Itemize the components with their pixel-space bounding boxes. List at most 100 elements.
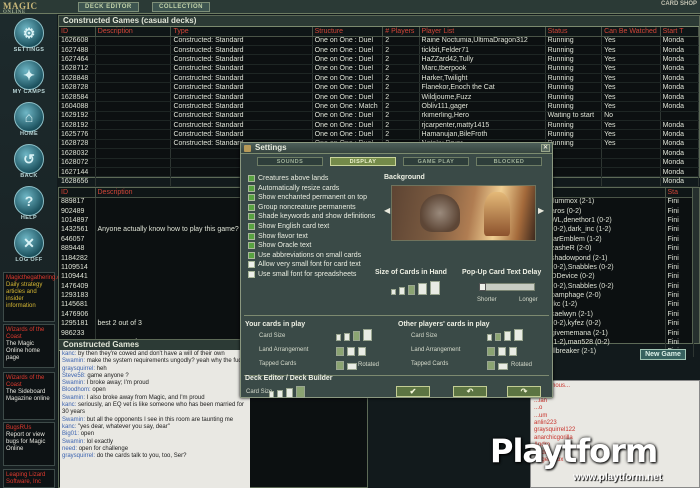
option-row[interactable]: Automatically resize cards: [248, 184, 390, 194]
table-row[interactable]: 1628728 Constructed: StandardOne on One :…: [59, 82, 700, 93]
table-row[interactable]: ,lummox (2-1) Fini: [549, 197, 694, 207]
user-list-item[interactable]: ...orth: [534, 390, 696, 397]
table-row[interactable]: (0-2),Snabbles (0-2) Fini: [549, 281, 694, 291]
option-row[interactable]: Show Oracle text: [248, 241, 390, 251]
table-row[interactable]: 1626608 Constructed: Standard One on One :…: [59, 36, 700, 46]
column-header[interactable]: Structure: [312, 27, 384, 37]
checkbox[interactable]: [248, 222, 255, 230]
column-header[interactable]: Type: [170, 27, 313, 37]
size-option[interactable]: [344, 333, 350, 341]
table-row[interactable]: shadowpond (2-1) Fini: [549, 253, 694, 263]
option-row[interactable]: Allow very small font for card text: [248, 260, 390, 270]
tab-collection[interactable]: COLLECTION: [152, 2, 210, 12]
size-option[interactable]: [487, 334, 492, 341]
settings-title-bar[interactable]: Settings ✕: [241, 143, 552, 154]
user-list-item[interactable]: ...um: [534, 413, 696, 420]
size-option[interactable]: [509, 347, 517, 356]
size-option[interactable]: [487, 347, 495, 356]
size-option[interactable]: [336, 347, 344, 356]
chat-user-name[interactable]: Swamin:: [62, 439, 85, 445]
tab-game-play[interactable]: GAME PLAY: [403, 157, 469, 166]
finished-games-scrollbar[interactable]: [692, 188, 699, 343]
table-row[interactable]: 1604088 Constructed: Standard One on One :…: [59, 101, 700, 112]
table-row[interactable]: 1627464 Constructed: Standard One on One :…: [59, 54, 700, 65]
slider-knob[interactable]: [479, 283, 486, 291]
column-header[interactable]: Status: [545, 27, 603, 37]
size-option[interactable]: [363, 329, 372, 341]
chat-user-name[interactable]: Swamin:: [62, 380, 85, 386]
checkbox[interactable]: [248, 261, 255, 269]
table-row[interactable]: (0-2),dark_inc (1-2) Fini: [549, 225, 694, 235]
table-row[interactable]: 1628192 Constructed: Standard One on One :…: [59, 120, 700, 131]
column-header[interactable]: # Players: [382, 27, 420, 37]
option-row[interactable]: Show flavor text: [248, 232, 390, 242]
ad-bugsrus[interactable]: BugsRUs Report or view bugs for Magic On…: [3, 422, 55, 466]
table-row[interactable]: (1-2),man528 (0-2) Fini: [549, 337, 694, 348]
hand-size-option-2[interactable]: [399, 287, 405, 295]
size-option[interactable]: [504, 331, 511, 341]
nav-settings[interactable]: ⚙ SETTINGS: [6, 18, 52, 58]
ad-wizards-home[interactable]: Wizards of the Coast The Magic Online ho…: [3, 324, 55, 368]
column-header[interactable]: Can Be Watched: [601, 27, 661, 37]
size-option[interactable]: [498, 347, 506, 356]
table-row[interactable]: ODevice (0-2) Fini: [549, 272, 694, 282]
chat-user-name[interactable]: graysquirrel:: [62, 366, 95, 372]
checkbox[interactable]: [248, 213, 255, 221]
table-row[interactable]: 1627488 Constructed: Standard One on One :…: [59, 45, 700, 56]
chat-user-name[interactable]: Bloodhom:: [62, 387, 91, 393]
table-row[interactable]: zasheR (2-0) Fini: [549, 243, 694, 254]
tab-display[interactable]: DISPLAY: [330, 157, 396, 166]
option-row[interactable]: Creatures above lands: [248, 174, 390, 184]
checkbox[interactable]: [248, 175, 255, 182]
size-option[interactable]: [296, 386, 305, 398]
size-option[interactable]: [347, 347, 355, 356]
ad-leaping-lizard[interactable]: Leaping Lizard Software, Inc: [3, 469, 55, 488]
table-row[interactable]: 1628712 Constructed: Standard One on One :…: [59, 64, 700, 75]
column-header[interactable]: Player List: [419, 27, 546, 37]
size-option[interactable]: [487, 361, 495, 370]
checkbox[interactable]: [248, 232, 255, 240]
user-list-item[interactable]: ...ian: [534, 398, 696, 405]
size-option[interactable]: [495, 333, 501, 341]
ad-magicthegathering[interactable]: Magicthegathering.com Daily strategy art…: [3, 272, 68, 322]
table-row[interactable]: pamphage (2-0) Fini: [549, 290, 694, 301]
table-row[interactable]: rkc (1-2) Fini: [549, 300, 694, 310]
chat-user-name[interactable]: kanc:: [62, 424, 76, 430]
table-row[interactable]: 1628584 Constructed: Standard One on One :…: [59, 92, 700, 103]
nav-my-camps[interactable]: ✦ MY CAMPS: [6, 60, 52, 100]
hand-size-option-3[interactable]: [408, 285, 415, 295]
size-option[interactable]: [358, 347, 366, 356]
option-row[interactable]: Group noncreature permanents: [248, 203, 390, 213]
chat-user-name[interactable]: Big01:: [62, 431, 79, 437]
chat-user-name[interactable]: need:: [62, 446, 77, 452]
checkbox[interactable]: [248, 251, 255, 259]
nav-back[interactable]: ↺ BACK: [6, 144, 52, 184]
chat-user-name[interactable]: Swamin:: [62, 395, 85, 401]
table-row[interactable]: WL,denethor1 (0-2) Fini: [549, 215, 694, 226]
nav-log-off[interactable]: ✕ LOG OFF: [6, 228, 52, 268]
nav-home[interactable]: ⌂ HOME: [6, 102, 52, 142]
size-option[interactable]: [336, 334, 341, 341]
checkbox[interactable]: [248, 203, 255, 211]
nav-help[interactable]: ? HELP: [6, 186, 52, 226]
size-option[interactable]: [498, 363, 508, 370]
user-list-item[interactable]: anonymous...: [534, 383, 696, 390]
undo-button[interactable]: ↶: [453, 386, 487, 397]
option-row[interactable]: Use abbreviations on small cards: [248, 251, 390, 261]
hand-size-option-1[interactable]: [391, 289, 396, 295]
table-row[interactable]: givememana (2-1) Fini: [549, 328, 694, 338]
ad-wizards-sideboard[interactable]: Wizards of the Coast The Sideboard Magaz…: [3, 372, 55, 420]
hand-size-option-4[interactable]: [418, 283, 427, 295]
table-row[interactable]: (0-2),Snabbles (0-2) Fini: [549, 262, 694, 273]
size-option[interactable]: [336, 361, 344, 370]
column-header[interactable]: ID: [59, 188, 96, 198]
redo-button[interactable]: ↷: [507, 386, 541, 397]
checkbox[interactable]: [248, 242, 255, 250]
column-header[interactable]: ID: [59, 27, 96, 37]
table-row[interactable]: 1625776 Constructed: Standard One on One :…: [59, 129, 700, 140]
background-prev-icon[interactable]: ◀: [384, 206, 390, 215]
checkbox[interactable]: [248, 270, 255, 278]
chat-user-name[interactable]: Swamin:: [62, 358, 85, 364]
checkbox[interactable]: [248, 194, 255, 202]
table-row[interactable]: 1629192 Constructed: Standard One on One :…: [59, 111, 700, 122]
